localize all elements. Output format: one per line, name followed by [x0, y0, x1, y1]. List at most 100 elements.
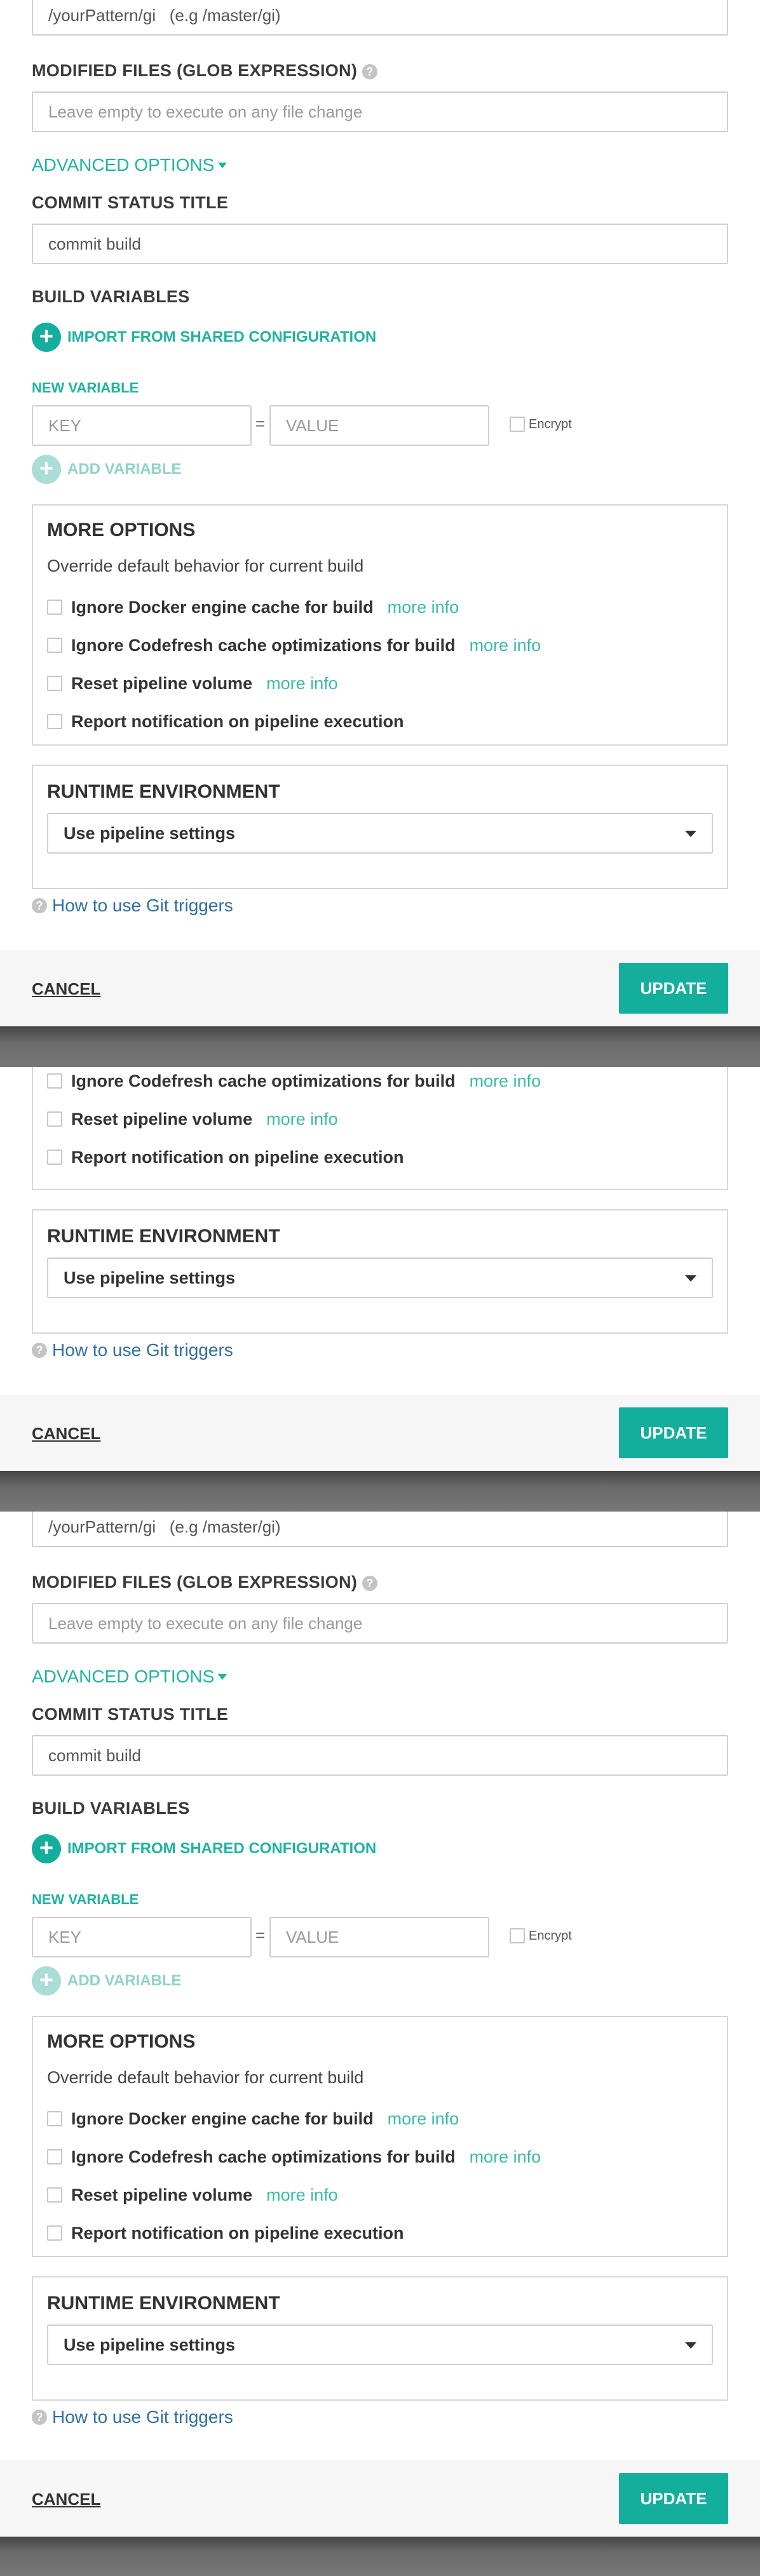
option-label: Ignore Codefresh cache optimizations for…	[71, 635, 456, 655]
option-reset-volume[interactable]: Reset pipeline volume more info	[47, 2182, 338, 2208]
plus-icon: +	[32, 323, 61, 352]
option-label: Report notification on pipeline executio…	[71, 1147, 404, 1167]
more-info-link[interactable]: more info	[388, 2109, 459, 2129]
checkbox[interactable]	[47, 2187, 62, 2203]
help-icon: ?	[32, 2410, 47, 2425]
branch-example: (e.g /master/gi)	[169, 1517, 281, 1536]
commit-status-label: COMMIT STATUS TITLE	[32, 1705, 229, 1724]
more-info-link[interactable]: more info	[266, 1110, 338, 1129]
more-info-link[interactable]: more info	[470, 2147, 541, 2167]
modified-files-input[interactable]: Leave empty to execute on any file chang…	[32, 1603, 728, 1644]
option-label: Report notification on pipeline executio…	[71, 2223, 404, 2243]
separator	[0, 1471, 760, 1512]
option-ignore-codefresh-cache[interactable]: Ignore Codefresh cache optimizations for…	[47, 633, 541, 658]
variable-key-input[interactable]: KEY	[32, 405, 252, 446]
import-shared-config-label: IMPORT FROM SHARED CONFIGURATION	[67, 328, 377, 345]
option-ignore-docker-cache[interactable]: Ignore Docker engine cache for build mor…	[47, 594, 459, 620]
checkbox[interactable]	[47, 676, 62, 691]
checkbox[interactable]	[47, 714, 62, 729]
option-report-notification[interactable]: Report notification on pipeline executio…	[47, 709, 404, 734]
cancel-button[interactable]: CANCEL	[32, 2490, 100, 2509]
option-report-notification[interactable]: Report notification on pipeline executio…	[47, 1144, 404, 1170]
chevron-down-icon	[685, 831, 696, 837]
commit-status-input[interactable]: commit build	[32, 1735, 728, 1776]
cancel-button[interactable]: CANCEL	[32, 979, 100, 999]
runtime-environment-select[interactable]: Use pipeline settings	[47, 813, 713, 854]
checkbox[interactable]	[47, 1150, 62, 1165]
branch-field[interactable]: /yourPattern/gi (e.g /master/gi)	[32, 0, 728, 36]
help-icon[interactable]: ?	[362, 64, 377, 79]
update-button[interactable]: UPDATE	[619, 1407, 728, 1458]
add-variable-button[interactable]: + ADD VARIABLE	[32, 1966, 182, 1996]
howto-git-triggers-link[interactable]: ? How to use Git triggers	[32, 1340, 233, 1360]
advanced-options-toggle[interactable]: ADVANCED OPTIONS	[32, 155, 227, 175]
howto-git-triggers-link[interactable]: ? How to use Git triggers	[32, 896, 233, 916]
build-variables-label: BUILD VARIABLES	[32, 1799, 190, 1818]
branch-field[interactable]: /yourPattern/gi (e.g /master/gi)	[32, 1512, 728, 1547]
update-button[interactable]: UPDATE	[619, 2473, 728, 2524]
more-info-link[interactable]: more info	[470, 1071, 541, 1091]
commit-status-input[interactable]: commit build	[32, 224, 728, 264]
import-shared-config-button[interactable]: + IMPORT FROM SHARED CONFIGURATION	[32, 323, 376, 352]
commit-status-label: COMMIT STATUS TITLE	[32, 193, 229, 212]
variable-value-input[interactable]: VALUE	[269, 405, 489, 446]
advanced-options-toggle[interactable]: ADVANCED OPTIONS	[32, 1667, 227, 1687]
checkbox[interactable]	[47, 2111, 62, 2126]
option-ignore-codefresh-cache[interactable]: Ignore Codefresh cache optimizations for…	[47, 1068, 541, 1094]
add-variable-label: ADD VARIABLE	[67, 1972, 182, 1989]
howto-git-triggers-link[interactable]: ? How to use Git triggers	[32, 2407, 233, 2427]
chevron-down-icon	[685, 1275, 696, 1282]
dialog-footer: CANCEL UPDATE	[0, 2460, 760, 2537]
variable-value-input[interactable]: VALUE	[269, 1917, 489, 1957]
encrypt-checkbox-box[interactable]	[510, 417, 525, 432]
equals-sign: =	[255, 1926, 266, 1945]
advanced-options-label: ADVANCED OPTIONS	[32, 155, 215, 175]
runtime-environment-box: RUNTIME ENVIRONMENT Use pipeline setting…	[32, 765, 728, 889]
checkbox[interactable]	[47, 1073, 62, 1089]
commit-status-value: commit build	[48, 234, 141, 253]
checkbox[interactable]	[47, 2149, 62, 2164]
checkbox[interactable]	[47, 1111, 62, 1127]
option-ignore-codefresh-cache[interactable]: Ignore Codefresh cache optimizations for…	[47, 2144, 541, 2170]
encrypt-checkbox[interactable]: Encrypt	[510, 417, 572, 432]
import-shared-config-button[interactable]: + IMPORT FROM SHARED CONFIGURATION	[32, 1834, 376, 1863]
checkbox[interactable]	[47, 600, 62, 615]
encrypt-label: Encrypt	[529, 417, 572, 431]
runtime-environment-select[interactable]: Use pipeline settings	[47, 2324, 713, 2365]
option-report-notification[interactable]: Report notification on pipeline executio…	[47, 2220, 404, 2246]
more-info-link[interactable]: more info	[470, 636, 541, 655]
dialog-footer: CANCEL UPDATE	[0, 950, 760, 1026]
modified-files-input[interactable]: Leave empty to execute on any file chang…	[32, 91, 728, 132]
option-ignore-docker-cache[interactable]: Ignore Docker engine cache for build mor…	[47, 2106, 459, 2131]
option-reset-volume[interactable]: Reset pipeline volume more info	[47, 1106, 338, 1132]
option-label: Report notification on pipeline executio…	[71, 711, 404, 731]
runtime-environment-select[interactable]: Use pipeline settings	[47, 1258, 713, 1298]
update-button[interactable]: UPDATE	[619, 963, 728, 1014]
trigger-settings-panel: /yourPattern/gi (e.g /master/gi) MODIFIE…	[0, 1512, 760, 2537]
runtime-environment-title: RUNTIME ENVIRONMENT	[47, 781, 280, 802]
branch-value: /yourPattern/gi	[48, 1517, 156, 1536]
more-options-subtitle: Override default behavior for current bu…	[47, 2068, 364, 2087]
runtime-environment-title: RUNTIME ENVIRONMENT	[47, 2293, 280, 2314]
option-reset-volume[interactable]: Reset pipeline volume more info	[47, 671, 338, 696]
more-info-link[interactable]: more info	[266, 674, 338, 694]
runtime-selected: Use pipeline settings	[64, 2335, 236, 2354]
encrypt-checkbox[interactable]: Encrypt	[510, 1928, 572, 1943]
cancel-button[interactable]: CANCEL	[32, 1424, 100, 1444]
more-info-link[interactable]: more info	[388, 598, 459, 617]
checkbox[interactable]	[47, 2225, 62, 2241]
more-options-box: MORE OPTIONS Override default behavior f…	[32, 2016, 728, 2257]
plus-icon: +	[32, 1966, 61, 1996]
howto-label: How to use Git triggers	[52, 1340, 233, 1360]
modified-files-label: MODIFIED FILES (GLOB EXPRESSION) ?	[32, 61, 377, 81]
add-variable-button[interactable]: + ADD VARIABLE	[32, 455, 182, 484]
variable-key-input[interactable]: KEY	[32, 1917, 252, 1957]
runtime-selected: Use pipeline settings	[64, 1268, 236, 1287]
more-options-box: MORE OPTIONS Override default behavior f…	[32, 504, 728, 746]
checkbox[interactable]	[47, 638, 62, 653]
encrypt-checkbox-box[interactable]	[510, 1928, 525, 1943]
help-icon[interactable]: ?	[362, 1575, 377, 1591]
more-info-link[interactable]: more info	[266, 2185, 338, 2205]
option-label: Reset pipeline volume	[71, 673, 253, 693]
plus-icon: +	[32, 455, 61, 484]
